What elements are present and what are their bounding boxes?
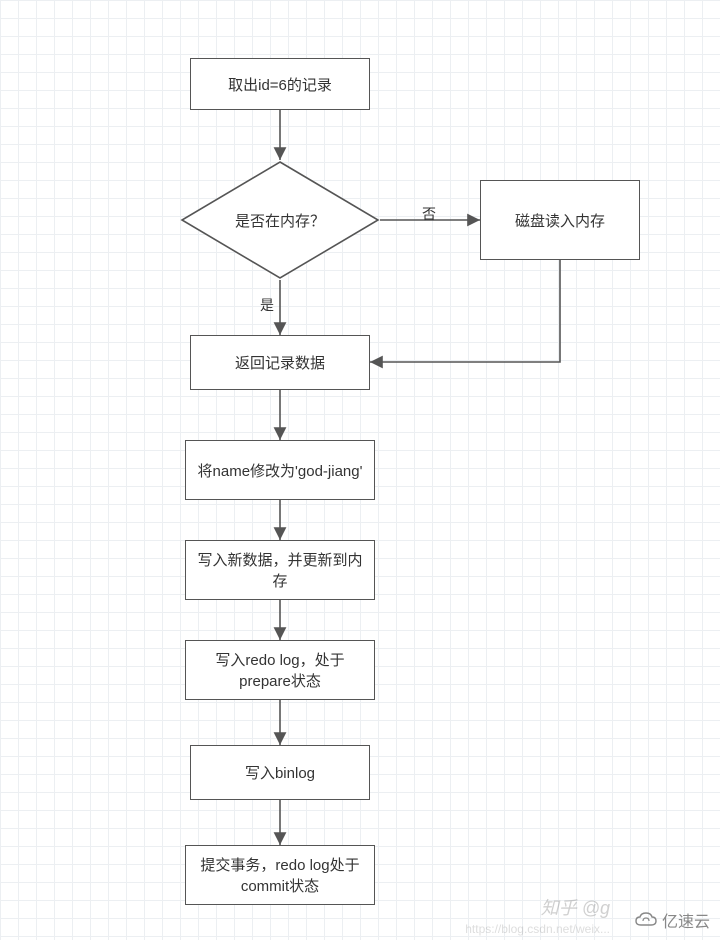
edge-label-yes: 是 xyxy=(258,295,276,315)
node-label: 磁盘读入内存 xyxy=(515,210,605,231)
node-label: 写入binlog xyxy=(245,762,315,783)
edge-label-no: 否 xyxy=(420,204,438,224)
watermark-zhihu: 知乎 @g xyxy=(541,894,610,920)
flow-node-commit: 提交事务，redo log处于commit状态 xyxy=(185,845,375,905)
flow-decision-in-memory: 是否在内存？ xyxy=(180,160,380,280)
flow-node-fetch-record: 取出id=6的记录 xyxy=(190,58,370,110)
node-label: 写入redo log，处于prepare状态 xyxy=(196,649,364,691)
node-label: 写入新数据，并更新到内存 xyxy=(196,549,364,591)
node-label: 返回记录数据 xyxy=(235,352,325,373)
flow-node-write-new-data: 写入新数据，并更新到内存 xyxy=(185,540,375,600)
flow-node-redo-log-prepare: 写入redo log，处于prepare状态 xyxy=(185,640,375,700)
brand-logo: 亿速云 xyxy=(634,908,710,932)
decision-label: 是否在内存？ xyxy=(235,210,325,231)
flow-node-disk-read: 磁盘读入内存 xyxy=(480,180,640,260)
flow-node-modify-name: 将name修改为'god-jiang' xyxy=(185,440,375,500)
node-label: 取出id=6的记录 xyxy=(228,74,332,95)
watermark-csdn: https://blog.csdn.net/weix... xyxy=(465,922,610,936)
node-label: 提交事务，redo log处于commit状态 xyxy=(196,854,364,896)
cloud-icon xyxy=(634,911,658,929)
brand-text: 亿速云 xyxy=(662,908,710,932)
node-label: 将name修改为'god-jiang' xyxy=(198,460,363,481)
flow-node-write-binlog: 写入binlog xyxy=(190,745,370,800)
flow-node-return-record: 返回记录数据 xyxy=(190,335,370,390)
